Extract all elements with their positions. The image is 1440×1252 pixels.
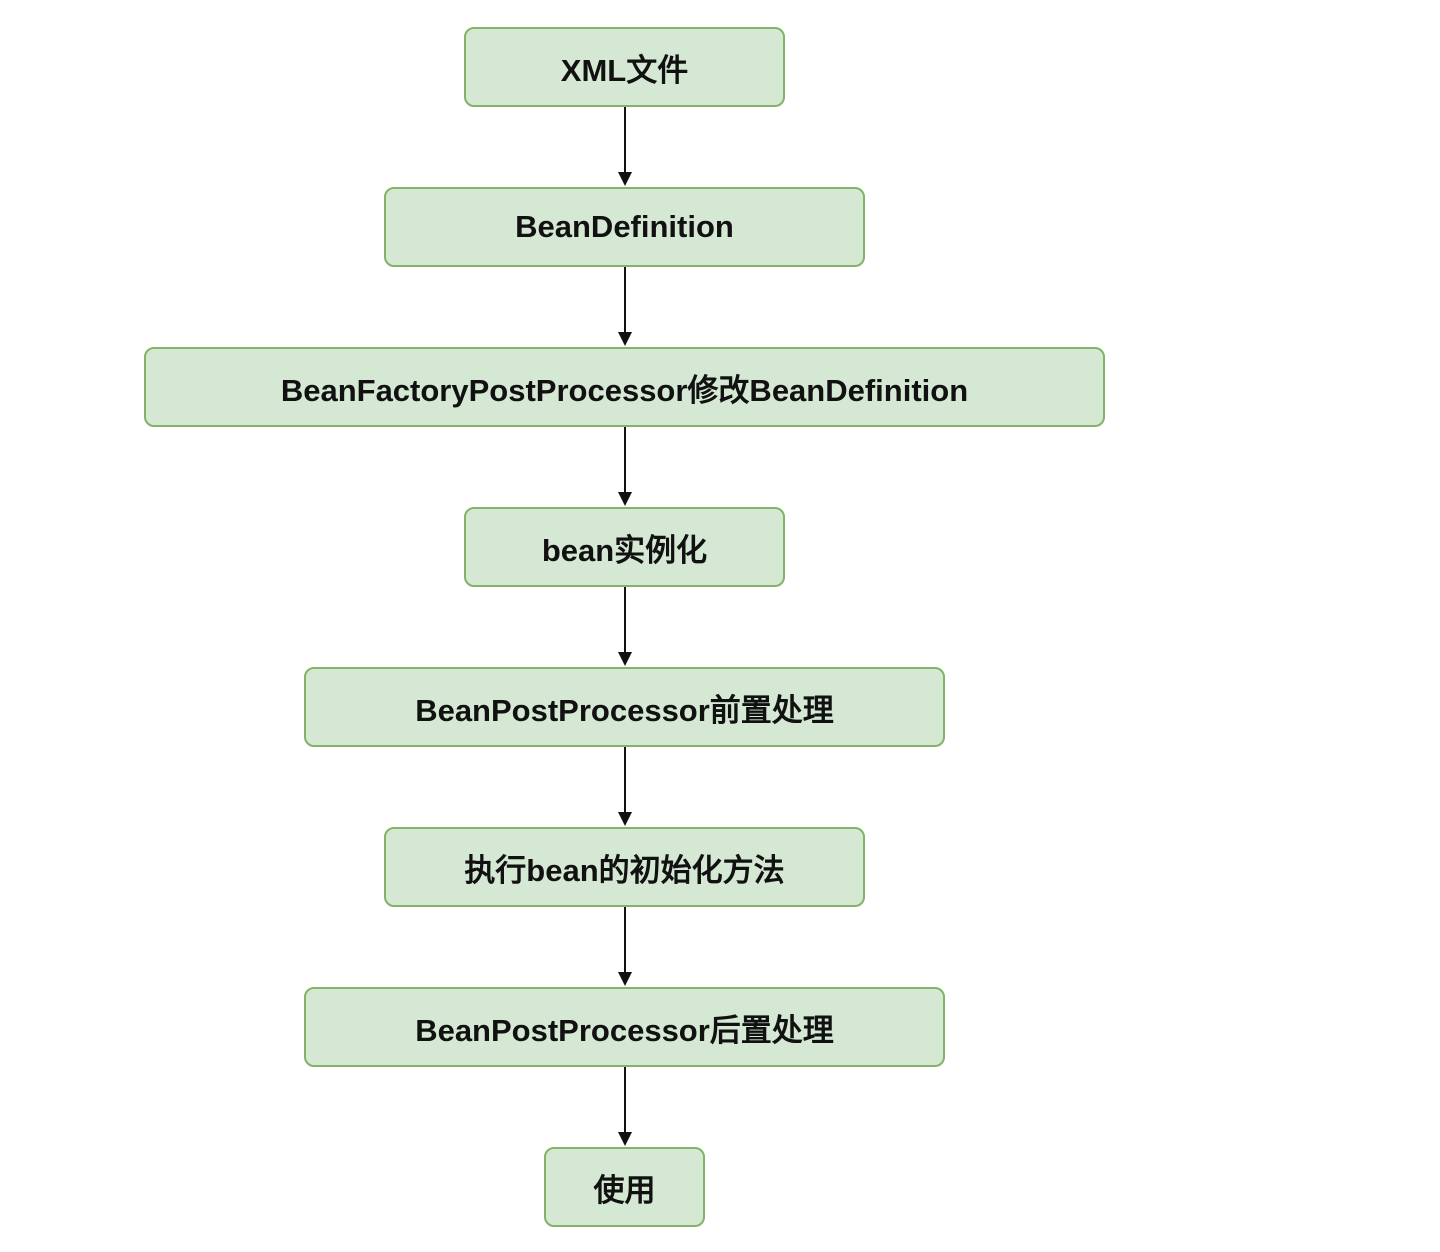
edge-3-4	[618, 587, 632, 666]
node-xml-file: XML文件	[464, 27, 785, 107]
node-use: 使用	[544, 1147, 705, 1227]
edge-arrowhead	[618, 332, 632, 346]
node-label: BeanFactoryPostProcessor修改BeanDefinition	[280, 372, 969, 408]
edge-arrowhead	[618, 652, 632, 666]
node-label: BeanPostProcessor后置处理	[415, 1012, 834, 1048]
edge-arrowhead	[618, 972, 632, 986]
node-bean-post-processor-before: BeanPostProcessor前置处理	[304, 667, 945, 747]
node-label: XML文件	[560, 52, 689, 88]
edge-4-5	[618, 747, 632, 826]
node-label: BeanDefinition	[515, 209, 734, 244]
edge-arrowhead	[618, 1132, 632, 1146]
edge-arrowhead	[618, 812, 632, 826]
edge-arrowhead	[618, 492, 632, 506]
node-bean-factory-post-processor: BeanFactoryPostProcessor修改BeanDefinition	[144, 347, 1105, 427]
node-label: BeanPostProcessor前置处理	[415, 692, 834, 728]
edge-arrowhead	[618, 172, 632, 186]
node-label: 执行bean的初始化方法	[464, 852, 785, 888]
node-bean-instantiation: bean实例化	[464, 507, 785, 587]
edge-0-1	[618, 107, 632, 186]
flowchart: XML文件 BeanDefinition BeanFactoryPostProc…	[0, 0, 1440, 1252]
edge-1-2	[618, 267, 632, 346]
node-bean-init-method: 执行bean的初始化方法	[384, 827, 865, 907]
node-bean-post-processor-after: BeanPostProcessor后置处理	[304, 987, 945, 1067]
node-label: bean实例化	[541, 532, 708, 568]
edge-6-7	[618, 1067, 632, 1146]
node-bean-definition: BeanDefinition	[384, 187, 865, 267]
node-label: 使用	[593, 1172, 656, 1208]
edge-2-3	[618, 427, 632, 506]
edge-5-6	[618, 907, 632, 986]
